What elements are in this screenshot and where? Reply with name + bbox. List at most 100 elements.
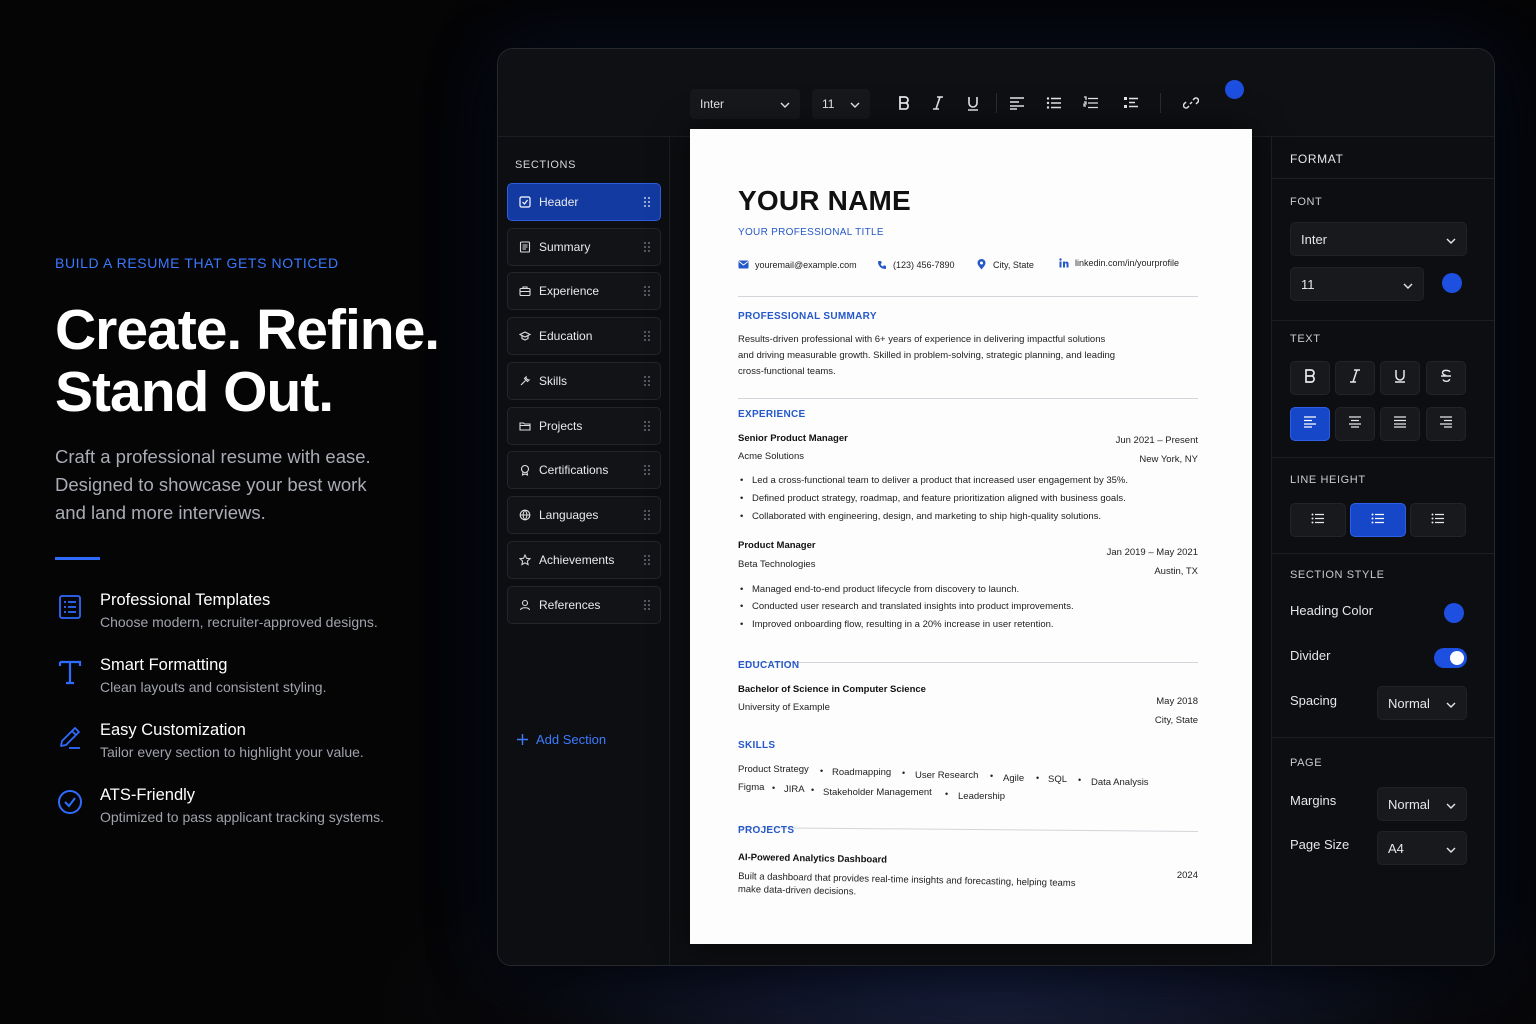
sidebar-item-languages[interactable]: Languages xyxy=(507,496,661,534)
resume-document[interactable]: YOUR NAME YOUR PROFESSIONAL TITLE yourem… xyxy=(690,129,1252,944)
summary-text[interactable]: Results-driven professional with 6+ year… xyxy=(738,332,1115,380)
job-bullet[interactable]: Led a cross-functional team to deliver a… xyxy=(740,475,1128,486)
skill-item[interactable]: Roadmapping xyxy=(832,767,891,778)
underline-button[interactable] xyxy=(1380,361,1420,395)
page-size-select[interactable]: A4 xyxy=(1377,831,1467,865)
font-family-select[interactable]: Inter xyxy=(690,89,800,119)
skill-item[interactable]: Product Strategy xyxy=(738,764,809,775)
drag-handle-icon[interactable] xyxy=(643,599,651,611)
degree[interactable]: Bachelor of Science in Computer Science xyxy=(738,682,926,698)
summary-line: Results-driven professional with 6+ year… xyxy=(738,334,1106,345)
resume-name[interactable]: YOUR NAME xyxy=(738,185,911,217)
divider-toggle[interactable] xyxy=(1434,648,1467,668)
drag-handle-icon[interactable] xyxy=(643,196,651,208)
resume-title[interactable]: YOUR PROFESSIONAL TITLE xyxy=(738,227,884,238)
contact-email[interactable]: youremail@example.com xyxy=(738,259,857,270)
line-height-normal[interactable] xyxy=(1350,503,1406,537)
project-name[interactable]: AI-Powered Analytics Dashboard xyxy=(738,850,887,869)
job-role[interactable]: Senior Product Manager xyxy=(738,431,848,447)
edu-place[interactable]: City, State xyxy=(1155,715,1198,726)
font-color-swatch[interactable] xyxy=(1442,273,1462,293)
sidebar-item-references[interactable]: References xyxy=(507,586,661,624)
job-bullet[interactable]: Improved onboarding flow, resulting in a… xyxy=(740,619,1054,630)
margins-select[interactable]: Normal xyxy=(1377,787,1467,821)
drag-handle-icon[interactable] xyxy=(643,509,651,521)
bold-button[interactable] xyxy=(1290,361,1330,395)
sidebar-item-education[interactable]: Education xyxy=(507,317,661,355)
align-left-icon[interactable] xyxy=(1004,89,1030,117)
skill-item[interactable]: Stakeholder Management xyxy=(823,787,932,798)
job-company[interactable]: Beta Technologies xyxy=(738,557,815,573)
list-compact-icon xyxy=(1311,511,1325,529)
font-select[interactable]: Inter xyxy=(1290,222,1467,256)
contact-linkedin[interactable]: linkedin.com/in/yourprofile xyxy=(1058,257,1179,268)
heading-color-swatch[interactable] xyxy=(1444,603,1464,623)
numbered-list-icon[interactable] xyxy=(1078,89,1104,117)
project-year[interactable]: 2024 xyxy=(1177,870,1198,881)
feature-desc: Clean layouts and consistent styling. xyxy=(100,679,327,695)
line-height-relaxed[interactable] xyxy=(1410,503,1466,537)
align-center-button[interactable] xyxy=(1335,407,1375,441)
job-bullet[interactable]: Defined product strategy, roadmap, and f… xyxy=(740,493,1126,504)
job-place[interactable]: Austin, TX xyxy=(1154,566,1198,577)
experience-heading[interactable]: EXPERIENCE xyxy=(738,409,805,420)
job-place[interactable]: New York, NY xyxy=(1139,454,1198,465)
sidebar-item-projects[interactable]: Projects xyxy=(507,407,661,445)
drag-handle-icon[interactable] xyxy=(643,241,651,253)
line-height-compact[interactable] xyxy=(1290,503,1346,537)
sidebar-item-skills[interactable]: Skills xyxy=(507,362,661,400)
projects-heading[interactable]: PROJECTS xyxy=(738,825,794,836)
add-section-button[interactable]: Add Section xyxy=(517,732,606,747)
italic-icon[interactable] xyxy=(925,89,951,117)
skills-heading[interactable]: SKILLS xyxy=(738,740,775,751)
align-justify-button[interactable] xyxy=(1380,407,1420,441)
drag-handle-icon[interactable] xyxy=(643,464,651,476)
job-bullet[interactable]: Conducted user research and translated i… xyxy=(740,601,1074,612)
spacing-select[interactable]: Normal xyxy=(1377,686,1467,720)
font-size-select[interactable]: 11 xyxy=(812,89,870,119)
panel-divider xyxy=(1272,553,1494,554)
skill-item[interactable]: SQL xyxy=(1048,774,1067,785)
job-dates[interactable]: Jan 2019 – May 2021 xyxy=(1107,547,1198,558)
skill-item[interactable]: Leadership xyxy=(958,791,1005,802)
align-left-button[interactable] xyxy=(1290,407,1330,441)
job-bullet[interactable]: Managed end-to-end product lifecycle fro… xyxy=(740,584,1019,595)
education-heading[interactable]: EDUCATION xyxy=(738,660,799,671)
skill-item[interactable]: JIRA xyxy=(784,784,805,795)
drag-handle-icon[interactable] xyxy=(643,554,651,566)
sidebar-item-summary[interactable]: Summary xyxy=(507,228,661,266)
align-right-button[interactable] xyxy=(1426,407,1466,441)
section-divider xyxy=(738,826,1198,833)
project-description[interactable]: Built a dashboard that provides real-tim… xyxy=(738,869,1076,905)
underline-icon[interactable] xyxy=(960,89,986,117)
edu-date[interactable]: May 2018 xyxy=(1156,696,1198,707)
font-size-select[interactable]: 11 xyxy=(1290,267,1424,301)
bullet-list-icon[interactable] xyxy=(1041,89,1067,117)
job-role[interactable]: Product Manager xyxy=(738,538,816,554)
sidebar-item-achievements[interactable]: Achievements xyxy=(507,541,661,579)
skill-item[interactable]: Agile xyxy=(1003,773,1024,784)
skill-item[interactable]: Figma xyxy=(738,782,764,793)
school[interactable]: University of Example xyxy=(738,700,830,716)
checklist-icon[interactable] xyxy=(1118,89,1144,117)
text-color-swatch[interactable] xyxy=(1225,80,1244,99)
contact-location[interactable]: City, State xyxy=(976,259,1034,270)
job-bullet[interactable]: Collaborated with engineering, design, a… xyxy=(740,511,1101,522)
job-company[interactable]: Acme Solutions xyxy=(738,449,804,465)
skill-item[interactable]: User Research xyxy=(915,770,978,781)
contact-phone[interactable]: (123) 456-7890 xyxy=(876,259,955,270)
drag-handle-icon[interactable] xyxy=(643,285,651,297)
strikethrough-button[interactable] xyxy=(1426,361,1466,395)
sidebar-item-experience[interactable]: Experience xyxy=(507,272,661,310)
italic-button[interactable] xyxy=(1335,361,1375,395)
link-icon[interactable] xyxy=(1178,89,1204,117)
summary-heading[interactable]: PROFESSIONAL SUMMARY xyxy=(738,311,877,322)
job-dates[interactable]: Jun 2021 – Present xyxy=(1116,435,1198,446)
sidebar-item-certifications[interactable]: Certifications xyxy=(507,451,661,489)
sidebar-item-header[interactable]: Header xyxy=(507,183,661,221)
drag-handle-icon[interactable] xyxy=(643,420,651,432)
bold-icon[interactable] xyxy=(891,89,917,117)
drag-handle-icon[interactable] xyxy=(643,330,651,342)
drag-handle-icon[interactable] xyxy=(643,375,651,387)
skill-item[interactable]: Data Analysis xyxy=(1091,777,1149,788)
